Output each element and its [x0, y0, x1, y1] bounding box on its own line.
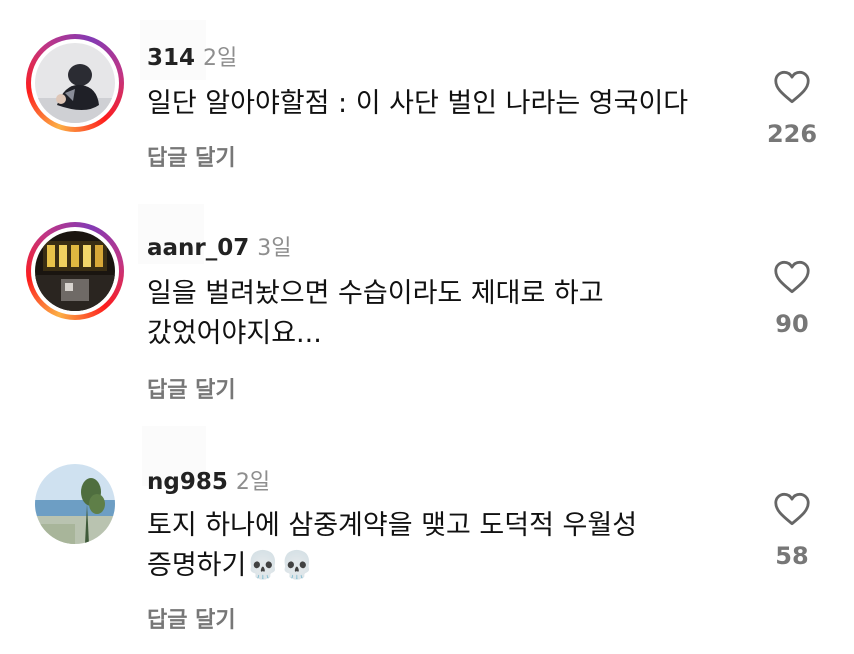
comment-username[interactable]: ng985	[147, 469, 228, 495]
avatar-story-ring[interactable]	[26, 34, 124, 132]
like-count: 58	[775, 542, 809, 570]
comment-timestamp: 2일	[203, 46, 238, 71]
reply-button[interactable]: 답글 달기	[147, 372, 236, 404]
avatar	[35, 231, 115, 311]
comment-text: 일을 벌려놨으면 수습이라도 제대로 하고 갔었어야지요...	[147, 278, 604, 349]
heart-outline-icon	[760, 492, 824, 526]
avatar[interactable]	[35, 464, 115, 544]
comment-item: aanr_07 3일 일을 벌려놨으면 수습이라도 제대로 하고 갔었어야지요..…	[0, 200, 854, 420]
comment-text: 일단 알아야할점 : 이 사단 벌인 나라는 영국이다	[147, 88, 689, 119]
comment-username[interactable]: aanr_07	[147, 235, 249, 261]
like-count: 226	[766, 120, 818, 148]
avatar-story-ring[interactable]	[26, 222, 124, 320]
like-button[interactable]: 58	[760, 492, 824, 570]
comment-item: ng985 2일 토지 하나에 삼중계약을 맺고 도덕적 우월성 증명하기💀💀 답…	[0, 420, 854, 654]
like-button[interactable]: 90	[760, 260, 824, 338]
reply-button[interactable]: 답글 달기	[147, 140, 236, 172]
comment-username[interactable]: 314	[147, 45, 195, 71]
heart-outline-icon	[760, 70, 824, 104]
heart-outline-icon	[760, 260, 824, 294]
comment-timestamp: 2일	[235, 470, 271, 495]
reply-button[interactable]: 답글 달기	[147, 602, 236, 634]
avatar	[35, 43, 115, 123]
comment-list: 314 2일 일단 알아야할점 : 이 사단 벌인 나라는 영국이다 답글 달기 …	[0, 0, 854, 654]
like-count: 90	[775, 310, 809, 338]
comment-timestamp: 3일	[257, 236, 292, 261]
comment-item: 314 2일 일단 알아야할점 : 이 사단 벌인 나라는 영국이다 답글 달기 …	[0, 0, 854, 200]
comment-text: 토지 하나에 삼중계약을 맺고 도덕적 우월성 증명하기💀💀	[147, 510, 638, 581]
like-button[interactable]: 226	[760, 70, 824, 148]
